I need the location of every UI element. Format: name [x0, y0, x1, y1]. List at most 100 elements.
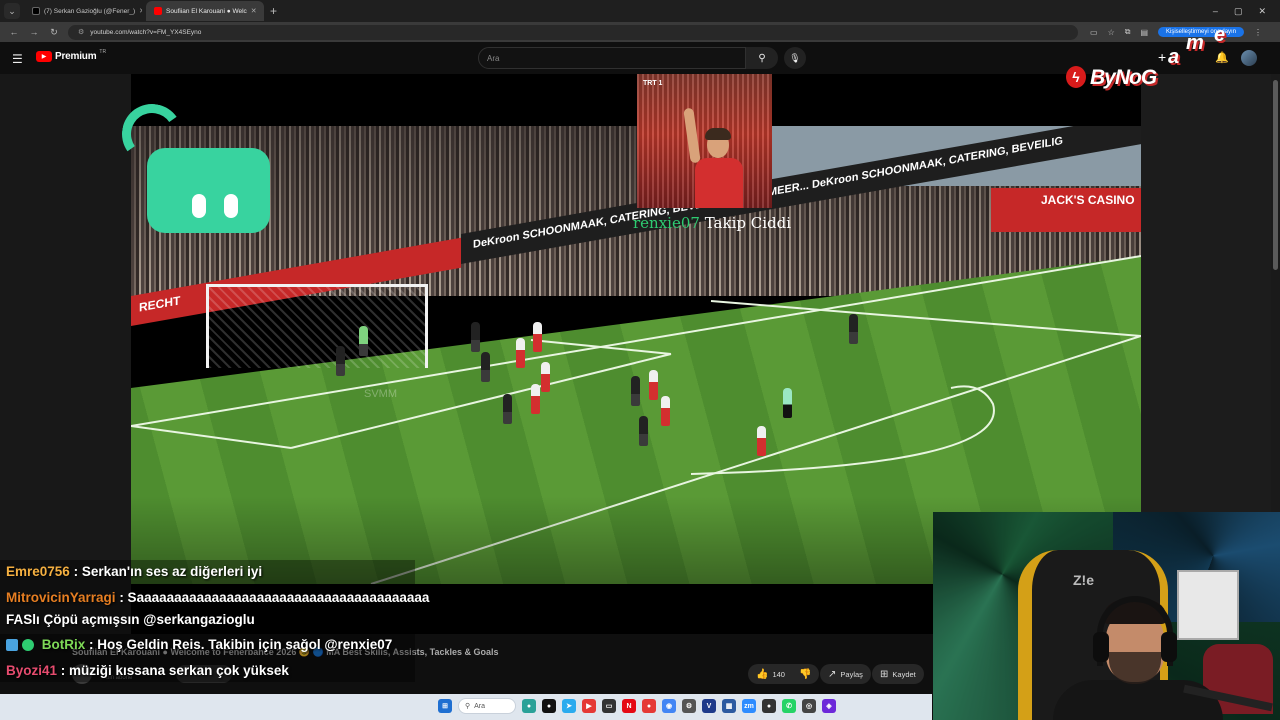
whatsapp-icon[interactable]: ✆ [782, 699, 796, 713]
chat-username: Byozi41 [6, 663, 58, 678]
zoom-icon[interactable]: zm [742, 699, 756, 713]
follow-alert-text: renxie07 Takip Ciddi [633, 214, 791, 232]
chat-username: BotRix [41, 637, 86, 652]
microphone-icon: 🎙 [789, 52, 801, 63]
app-icon[interactable]: ◈ [822, 699, 836, 713]
player [516, 338, 525, 368]
taskbar-search[interactable]: ⚲ Ara [458, 698, 516, 714]
close-tab-icon[interactable]: ✕ [139, 7, 142, 15]
youtube-logo[interactable]: ▶ Premium TR [36, 49, 107, 62]
reload-icon[interactable]: ↻ [48, 27, 60, 38]
brand-letter: m [1186, 32, 1204, 54]
stream-logo-icon [147, 148, 270, 233]
chat-message: BotRix : Hoş Geldin Reis. Takibin için s… [6, 637, 392, 652]
thumbs-down-icon[interactable]: 👎 [799, 669, 811, 680]
app-icon[interactable]: ◎ [802, 699, 816, 713]
chat-message: FASlı Çöpü açmışsın @serkangazioglu [6, 612, 255, 627]
search-button[interactable]: ⚲ [746, 47, 778, 69]
netflix-icon[interactable]: N [622, 699, 636, 713]
player [639, 416, 648, 446]
voice-search-button[interactable]: 🎙 [784, 47, 806, 69]
telegram-icon[interactable]: ➤ [562, 699, 576, 713]
close-window-icon[interactable]: ✕ [1258, 6, 1266, 17]
search-icon: ⚲ [465, 703, 471, 710]
menu-icon[interactable]: ☰ [12, 52, 23, 66]
video-letterbox-left [0, 74, 131, 634]
github-icon[interactable]: ● [542, 699, 556, 713]
tactics-board [1177, 570, 1239, 640]
scrollbar-thumb[interactable] [1273, 80, 1278, 270]
premium-label: Premium [55, 51, 97, 62]
youtube-app-icon[interactable]: ▶ [582, 699, 596, 713]
verified-badge-icon [22, 639, 34, 651]
browser-tab-twitter[interactable]: (7) Serkan Gazioğlu (@Fener_) ✕ [24, 1, 142, 21]
stream-logo-eye [192, 194, 206, 218]
region-label: TR [99, 49, 107, 55]
share-icon: ↗ [828, 668, 837, 680]
browser-tab-bar: ⌄ (7) Serkan Gazioğlu (@Fener_) ✕ Soufii… [0, 0, 1280, 22]
player [541, 362, 550, 392]
youtube-favicon-icon [154, 7, 162, 15]
video-letterbox-right [1141, 74, 1271, 514]
brand-letter: a [1168, 46, 1180, 68]
player [757, 426, 766, 456]
forward-icon[interactable]: → [28, 27, 40, 37]
player [661, 396, 670, 426]
follow-alert-image: TRT 1 [637, 74, 772, 208]
like-button[interactable]: 👍 140 👎 [748, 664, 820, 684]
player [649, 370, 658, 400]
bynogame-logo: ϟ ByNoG a m e [1064, 24, 1244, 98]
player [503, 394, 512, 424]
screen: ⌄ (7) Serkan Gazioğlu (@Fener_) ✕ Soufii… [0, 0, 1280, 720]
app-icon[interactable]: ● [762, 699, 776, 713]
follow-alert-message: Takip Ciddi [704, 214, 792, 232]
referee [783, 388, 792, 418]
share-button[interactable]: ↗ Paylaş [820, 664, 871, 684]
chrome-icon[interactable]: ◉ [662, 699, 676, 713]
thumbs-up-icon: 👍 [756, 668, 769, 680]
folder-icon[interactable]: ▭ [602, 699, 616, 713]
app-icon[interactable]: ● [642, 699, 656, 713]
player [471, 322, 480, 352]
back-icon[interactable]: ← [8, 27, 20, 37]
headset-earcup [1093, 632, 1109, 662]
app-icon[interactable]: V [702, 699, 716, 713]
brand-prefix: ByNoG [1090, 66, 1157, 89]
chat-username: MitrovicinYarragi [6, 590, 116, 605]
brand-letter: e [1214, 24, 1226, 46]
trt-logo: TRT 1 [643, 80, 663, 87]
save-button[interactable]: ⊞ Kaydet [872, 664, 924, 684]
chat-text: FASlı Çöpü açmışsın @serkangazioglu [6, 612, 255, 627]
browser-tab-youtube[interactable]: Soufiian El Karouani ● Welc ✕ [146, 1, 264, 21]
search-input[interactable]: Ara [478, 47, 746, 69]
chat-username: Emre0756 [6, 564, 70, 579]
alert-player-hair [705, 128, 731, 140]
chat-message: Byozi41 : müziği kıssana serkan çok yüks… [6, 663, 289, 678]
chat-text: : Hoş Geldin Reis. Takibin için sağol @r… [89, 637, 393, 652]
player [481, 352, 490, 382]
settings-icon[interactable]: ⚙ [682, 699, 696, 713]
stream-logo-eye [224, 194, 238, 218]
taskbar-icons: ⊞ ⚲ Ara ● ● ➤ ▶ ▭ N ● ◉ ⚙ V ▦ zm ● ✆ ◎ ◈ [438, 698, 836, 714]
player [631, 376, 640, 406]
save-label: Kaydet [892, 669, 916, 679]
site-info-icon[interactable]: ⚙ [78, 28, 84, 36]
tab-search-icon[interactable]: ⌄ [4, 3, 20, 19]
chat-message: MitrovicinYarragi : Saaaaaaaaaaaaaaaaaaa… [6, 590, 429, 605]
tab-title: Soufiian El Karouani ● Welc [166, 7, 247, 15]
chair-logo: Z!e [1073, 572, 1094, 588]
windows-start-icon[interactable]: ⊞ [438, 699, 452, 713]
player [533, 322, 542, 352]
app-icon[interactable]: ▦ [722, 699, 736, 713]
url-field[interactable]: ⚙ youtube.com/watch?v=FM_YX4SEyno [68, 24, 1078, 40]
close-tab-icon[interactable]: ✕ [251, 7, 257, 15]
widgets-icon[interactable]: ● [522, 699, 536, 713]
save-icon: ⊞ [880, 668, 889, 680]
new-tab-button[interactable]: + [270, 4, 277, 18]
x-logo-icon [32, 7, 40, 15]
maximize-icon[interactable]: ▢ [1234, 6, 1243, 17]
tab-title: (7) Serkan Gazioğlu (@Fener_) [44, 7, 136, 15]
more-menu-icon[interactable]: ⋮ [1254, 28, 1262, 37]
minimize-icon[interactable]: – [1213, 6, 1218, 17]
video-watermark: SVMM [364, 388, 397, 400]
